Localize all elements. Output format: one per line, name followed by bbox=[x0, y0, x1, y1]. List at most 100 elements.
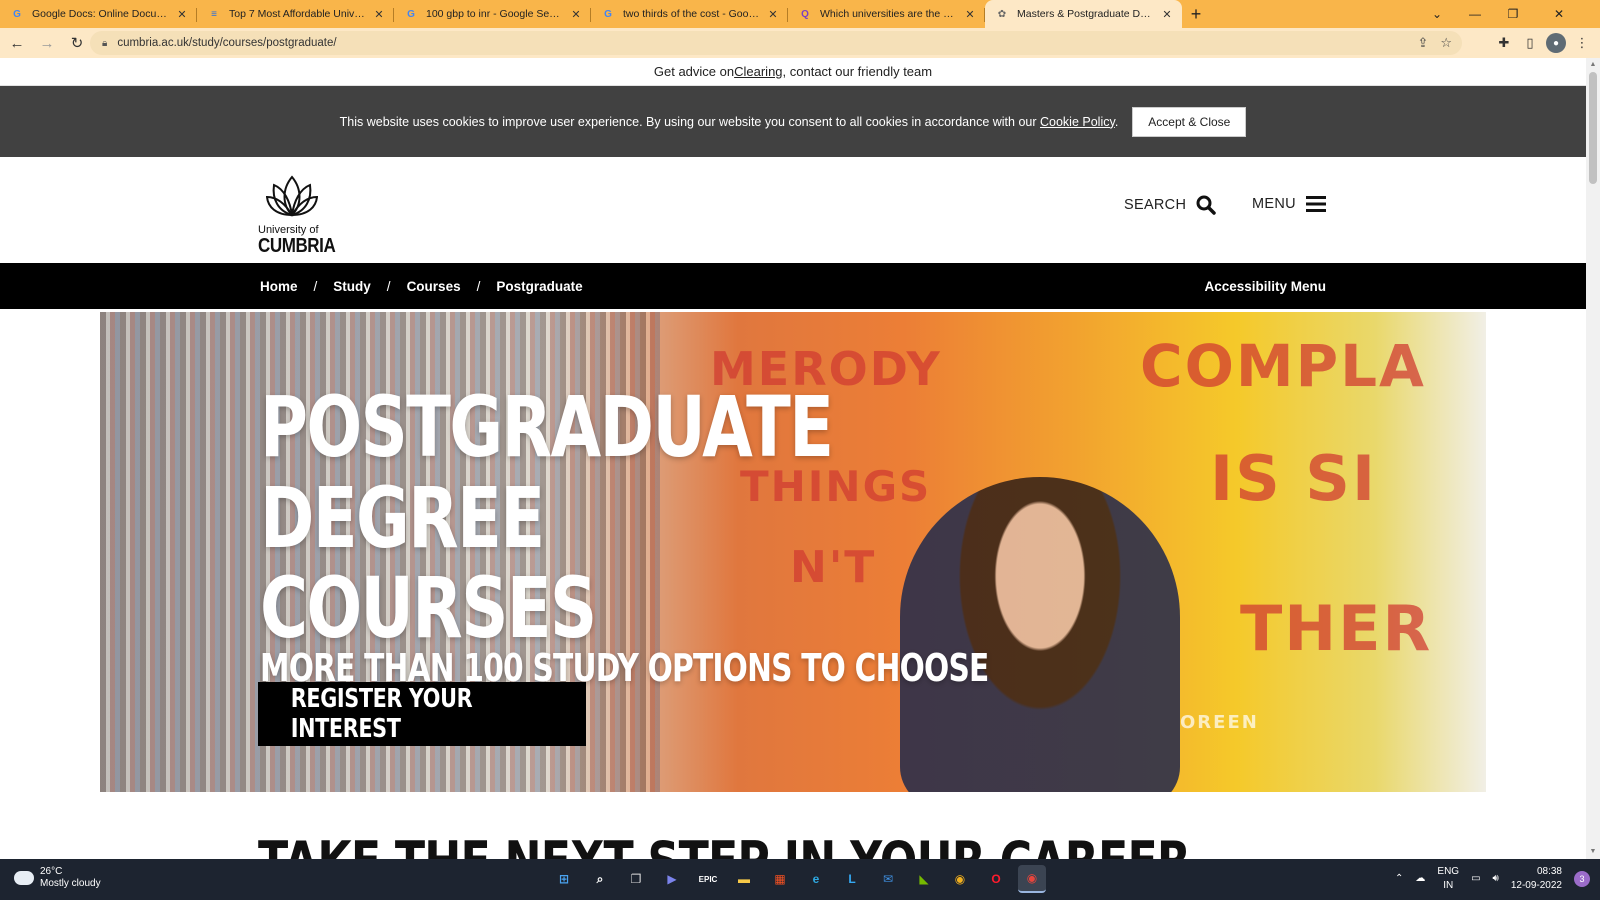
tab-title: two thirds of the cost - Google S bbox=[623, 8, 762, 20]
onedrive-icon[interactable]: ☁ bbox=[1415, 873, 1425, 884]
taskbar-task-view-icon[interactable]: ❐ bbox=[622, 865, 650, 893]
browser-tab[interactable]: Q Which universities are the easiest ✕ bbox=[788, 0, 985, 28]
breadcrumb-current: Postgraduate bbox=[496, 278, 583, 294]
language-indicator[interactable]: ENG IN bbox=[1437, 865, 1459, 892]
share-icon[interactable]: ⇪ bbox=[1417, 35, 1428, 51]
taskbar-epic-games-icon[interactable]: EPIC bbox=[694, 865, 722, 893]
weather-desc: Mostly cloudy bbox=[40, 878, 101, 889]
browser-toolbar: ← → ↻ 🔒︎ cumbria.ac.uk/study/courses/pos… bbox=[0, 28, 1600, 58]
tab-close-icon[interactable]: ✕ bbox=[569, 8, 583, 21]
browser-tab[interactable]: ✿ Masters & Postgraduate Degree ✕ bbox=[985, 0, 1182, 28]
lang-line2: IN bbox=[1443, 879, 1454, 891]
scrollbar-thumb[interactable] bbox=[1589, 72, 1597, 184]
clock[interactable]: 08:38 12-09-2022 bbox=[1511, 865, 1562, 892]
taskbar-nvidia-icon[interactable]: ◣ bbox=[910, 865, 938, 893]
browser-tab[interactable]: Gtwo thirds of the cost - Google S ✕ bbox=[591, 0, 788, 28]
clock-time: 08:38 bbox=[1536, 866, 1562, 877]
notification-badge[interactable]: 3 bbox=[1574, 870, 1590, 887]
taskbar-file-explorer-icon[interactable]: ▬ bbox=[730, 865, 758, 893]
cookie-message: This website uses cookies to improve use… bbox=[340, 115, 1119, 129]
reload-icon[interactable]: ↻ bbox=[64, 30, 90, 56]
tab-title: Top 7 Most Affordable Universitie bbox=[229, 8, 368, 20]
register-label: REGISTER YOUR INTEREST bbox=[290, 684, 473, 744]
cookie-period: . bbox=[1114, 114, 1119, 129]
hamburger-icon bbox=[1305, 196, 1326, 212]
taskbar-chrome-icon[interactable]: ◉ bbox=[946, 865, 974, 893]
tab-close-icon[interactable]: ✕ bbox=[175, 8, 189, 21]
page-title: POSTGRADUATE DEGREE COURSES bbox=[260, 382, 1102, 654]
network-icon[interactable]: ▭ bbox=[1471, 873, 1480, 884]
breadcrumb-study[interactable]: Study bbox=[333, 279, 371, 294]
back-icon[interactable]: ← bbox=[4, 30, 30, 56]
lock-icon: 🔒︎ bbox=[102, 37, 108, 49]
new-tab-button[interactable]: + bbox=[1182, 0, 1210, 28]
title-line2: COURSES bbox=[260, 559, 597, 658]
tab-close-icon[interactable]: ✕ bbox=[963, 8, 977, 21]
forward-icon[interactable]: → bbox=[34, 30, 60, 56]
profile-avatar[interactable]: ● bbox=[1546, 33, 1566, 53]
cookie-policy-link[interactable]: Cookie Policy bbox=[1040, 115, 1115, 129]
windows-taskbar: 26°C Mostly cloudy ⊞ ⌕ ❐ ▶ EPIC ▬ ▦ e L ✉ ◣ ◉ O ◉ ⌃ ☁… bbox=[0, 859, 1600, 900]
scroll-down-icon[interactable]: ▼ bbox=[1586, 846, 1600, 858]
tab-title: Masters & Postgraduate Degree bbox=[1017, 8, 1156, 20]
weather-widget[interactable]: 26°C Mostly cloudy bbox=[14, 866, 101, 890]
url-text: cumbria.ac.uk/study/courses/postgraduate… bbox=[117, 37, 337, 49]
taskbar-mail-icon[interactable]: ✉ bbox=[874, 865, 902, 893]
scroll-up-icon[interactable]: ▲ bbox=[1586, 59, 1600, 71]
taskbar-store-icon[interactable]: ▦ bbox=[766, 865, 794, 893]
search-button[interactable]: SEARCH bbox=[1124, 195, 1216, 215]
tab-close-icon[interactable]: ✕ bbox=[372, 8, 386, 21]
chevron-up-icon[interactable]: ⌃ bbox=[1395, 873, 1403, 884]
tab-favicon-icon: G bbox=[407, 8, 415, 20]
taskbar-teams-icon[interactable]: ▶ bbox=[658, 865, 686, 893]
tab-favicon-icon: ≡ bbox=[211, 8, 217, 20]
tab-favicon-icon: ✿ bbox=[997, 8, 1007, 20]
lang-line1: ENG bbox=[1437, 866, 1460, 877]
bookmark-star-icon[interactable]: ☆ bbox=[1440, 35, 1452, 51]
tab-close-icon[interactable]: ✕ bbox=[766, 8, 780, 21]
breadcrumb-separator: / bbox=[476, 278, 481, 294]
hero-banner: MERODY THINGS N'T COMPLA IS SI THER OREE… bbox=[100, 312, 1486, 792]
logo-line2: CUMBRIA bbox=[258, 235, 336, 257]
taskbar-chrome-active-icon[interactable]: ◉ bbox=[1018, 865, 1046, 893]
tab-favicon-icon: G bbox=[604, 8, 612, 20]
taskbar-app-l-icon[interactable]: L bbox=[838, 865, 866, 893]
restore-button[interactable]: ❐ bbox=[1494, 0, 1532, 28]
accessibility-menu-link[interactable]: Accessibility Menu bbox=[1204, 279, 1326, 294]
browser-tab[interactable]: ≡ Top 7 Most Affordable Universitie ✕ bbox=[197, 0, 394, 28]
menu-button[interactable]: MENU bbox=[1252, 195, 1326, 213]
minimize-button[interactable]: — bbox=[1456, 0, 1494, 28]
tab-title: Which universities are the easiest bbox=[820, 8, 959, 20]
search-label: SEARCH bbox=[1124, 197, 1187, 213]
volume-icon[interactable]: 🔊︎ bbox=[1493, 873, 1499, 884]
close-window-button[interactable]: ✕ bbox=[1540, 0, 1578, 28]
extensions-icon[interactable]: ✚ bbox=[1494, 33, 1514, 53]
cloud-sun-icon bbox=[14, 866, 34, 885]
side-panel-icon[interactable]: ▯ bbox=[1520, 33, 1540, 53]
taskbar-opera-icon[interactable]: O bbox=[982, 865, 1010, 893]
accept-close-button[interactable]: Accept & Close bbox=[1132, 106, 1247, 137]
kebab-menu-icon[interactable]: ⋮ bbox=[1572, 33, 1592, 53]
cookie-banner: This website uses cookies to improve use… bbox=[0, 86, 1586, 157]
university-logo[interactable]: University of CUMBRIA bbox=[258, 171, 336, 257]
address-bar[interactable]: 🔒︎ cumbria.ac.uk/study/courses/postgradu… bbox=[90, 31, 1462, 55]
title-line1: POSTGRADUATE DEGREE bbox=[260, 378, 834, 567]
breadcrumb-courses[interactable]: Courses bbox=[407, 279, 461, 294]
register-interest-button[interactable]: REGISTER YOUR INTEREST bbox=[258, 682, 586, 746]
browser-tab[interactable]: G 100 gbp to inr - Google Search ✕ bbox=[394, 0, 591, 28]
browser-tab[interactable]: G Google Docs: Online Document E ✕ bbox=[0, 0, 197, 28]
breadcrumb-separator: / bbox=[386, 278, 391, 294]
tab-search-icon[interactable]: ⌄ bbox=[1418, 0, 1456, 28]
taskbar-edge-icon[interactable]: e bbox=[802, 865, 830, 893]
taskbar-start-icon[interactable]: ⊞ bbox=[550, 865, 578, 893]
breadcrumb-home[interactable]: Home bbox=[260, 279, 298, 294]
clock-date: 12-09-2022 bbox=[1510, 879, 1562, 891]
clearing-link[interactable]: Clearing bbox=[734, 64, 782, 79]
tab-close-icon[interactable]: ✕ bbox=[1160, 8, 1174, 21]
page-scrollbar[interactable]: ▲ ▼ bbox=[1586, 58, 1600, 859]
taskbar-apps: ⊞ ⌕ ❐ ▶ EPIC ▬ ▦ e L ✉ ◣ ◉ O ◉ bbox=[550, 865, 1046, 893]
taskbar-search-icon[interactable]: ⌕ bbox=[586, 865, 614, 893]
lotus-logo-icon bbox=[265, 175, 319, 217]
tab-strip: G Google Docs: Online Document E ✕ ≡ Top 7 M… bbox=[0, 0, 1600, 28]
breadcrumb-separator: / bbox=[313, 278, 318, 294]
